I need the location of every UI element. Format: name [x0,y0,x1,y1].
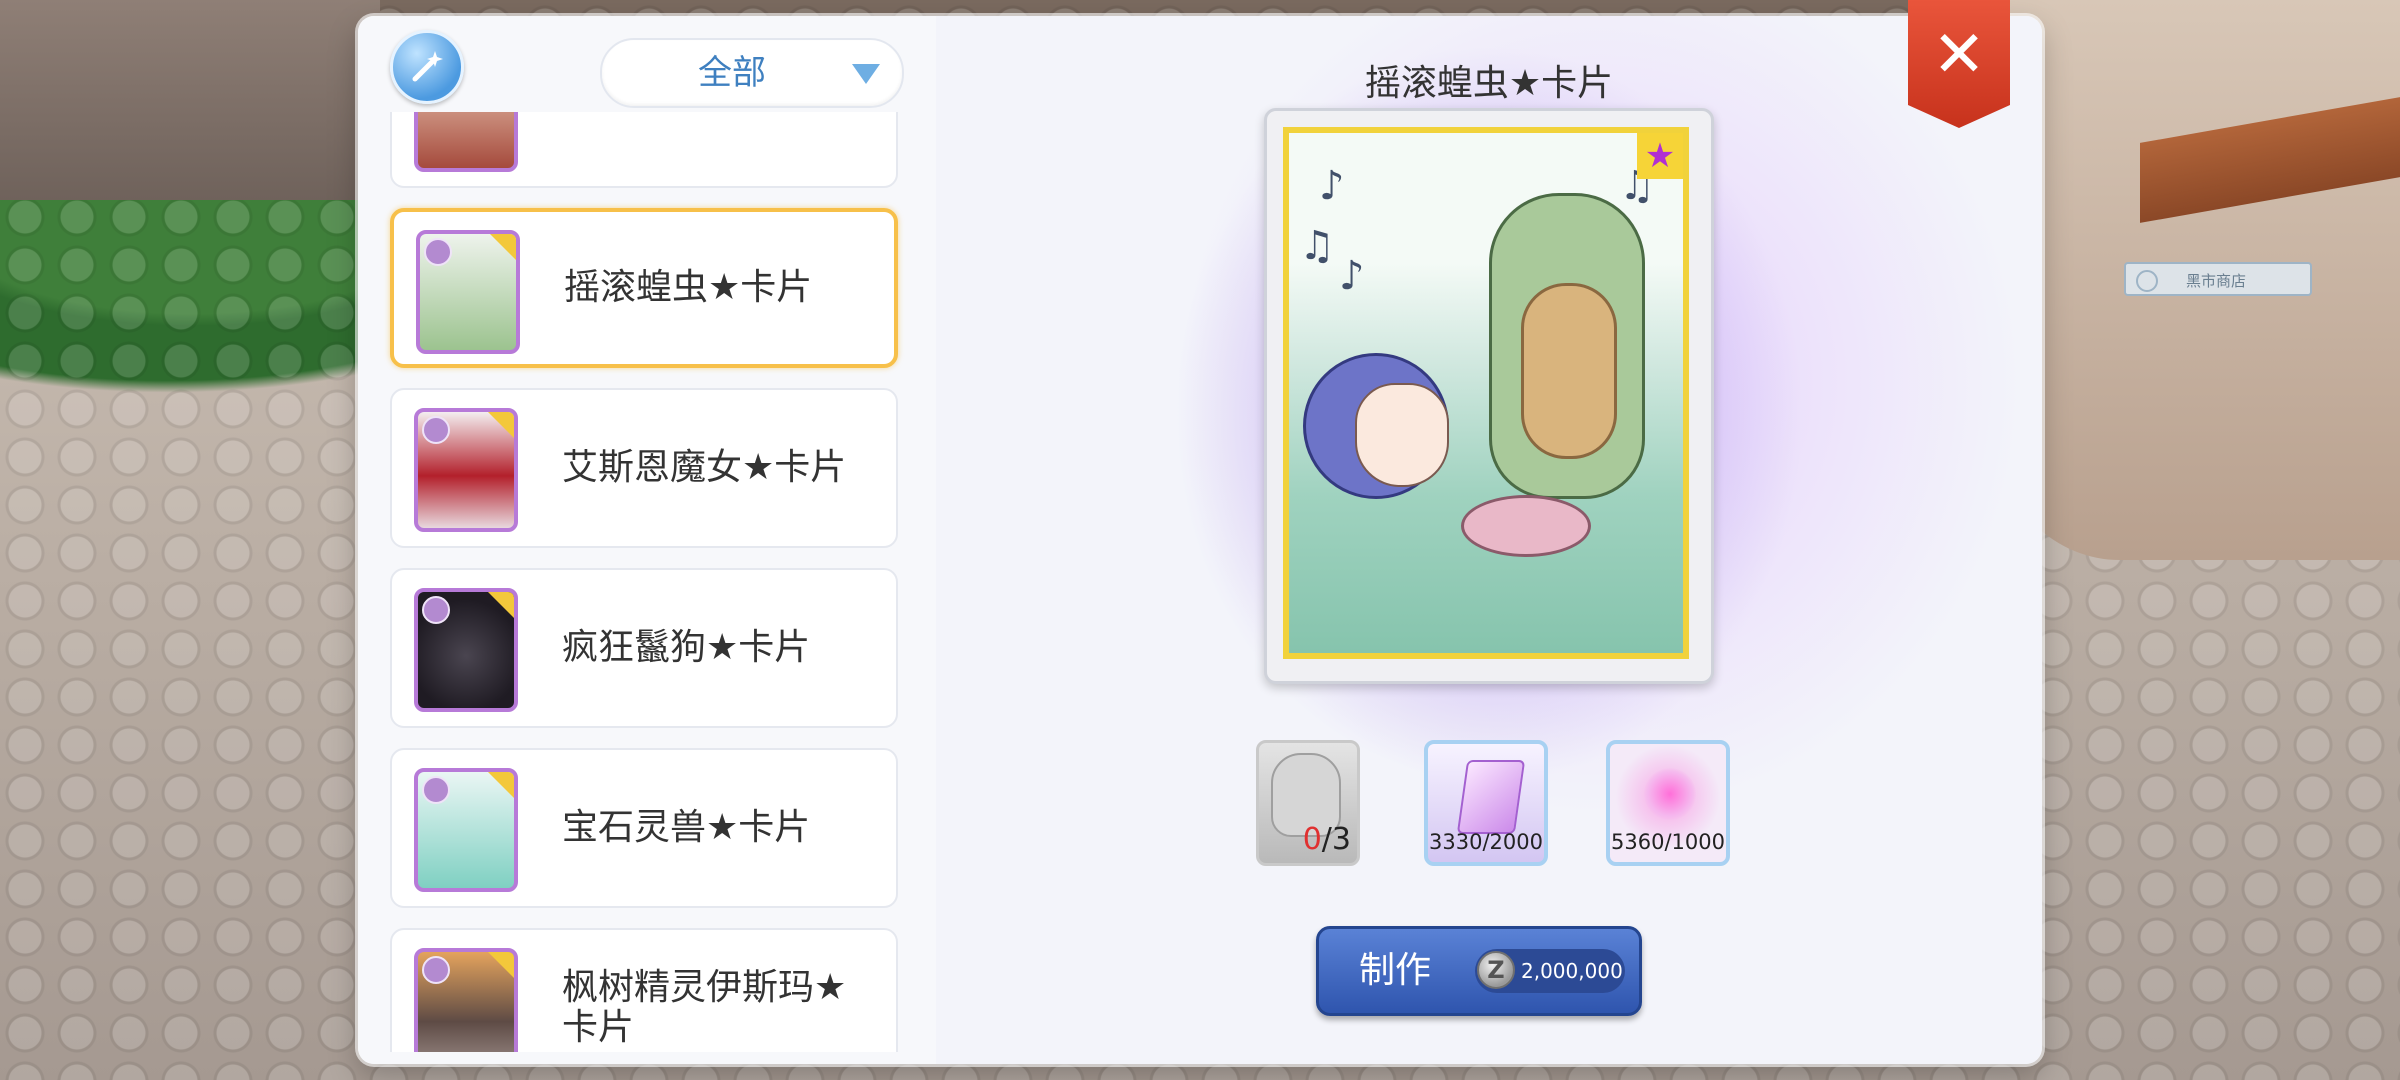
materials-row: 0/3 3330/2000 5360/1000 [936,740,2042,870]
list-item-name: 枫树精灵伊斯玛★卡片 [562,967,847,1048]
card-list-pane: 全部 摇滚蝗虫★卡片 艾斯恩魔女★卡片 疯狂鬣狗★卡片 宝石灵兽★卡片 枫树精灵… [358,16,938,1064]
material-count: 3330/2000 [1429,830,1543,854]
magic-wand-button[interactable] [390,30,464,104]
weapon-category-icon [422,956,450,984]
list-item[interactable]: 宝石灵兽★卡片 [390,748,898,908]
list-item-name: 疯狂鬣狗★卡片 [562,627,811,668]
material-have: 0 [1302,822,1322,857]
shop-sign[interactable]: 黑市商店 [2124,262,2312,296]
card-thumbnail [414,948,518,1052]
star-icon [488,412,514,438]
shop-sign-label: 黑市商店 [2186,272,2247,290]
card-thumbnail [414,588,518,712]
weapon-category-icon [424,238,452,266]
list-item-selected[interactable]: 摇滚蝗虫★卡片 [390,208,898,368]
grasshopper-belly [1521,283,1617,459]
star-icon [490,234,516,260]
star-icon: ★ [1637,133,1683,179]
list-item-name: 宝石灵兽★卡片 [562,807,811,848]
magic-dust-icon [1644,768,1696,820]
music-note-icon: ♫ [1299,223,1335,269]
card-detail-pane: 摇滚蝗虫★卡片 ♪ ♫ ♪ ♫ ★ 0/3 3330/2000 5360/100… [936,16,2042,1064]
category-filter-dropdown[interactable]: 全部 [600,38,904,108]
girl-face [1355,383,1449,487]
price-value: 2,000,000 [1521,959,1623,983]
armor-category-icon [422,776,450,804]
craft-button[interactable]: 制作 Z 2,000,000 [1316,926,1642,1016]
weapon-category-icon [422,416,450,444]
material-need: /3 [1321,822,1351,857]
bag-icon [2136,270,2158,292]
accessory-category-icon [422,596,450,624]
chevron-down-icon [852,64,880,84]
material-count: 0/3 [1259,822,1351,857]
crystal-icon [1456,760,1526,834]
list-item[interactable]: 枫树精灵伊斯玛★卡片 [390,928,898,1052]
magic-wand-icon [412,51,443,82]
list-item-name [562,112,882,186]
card-thumbnail [416,230,520,354]
list-item-name: 摇滚蝗虫★卡片 [564,267,813,308]
close-button[interactable]: ✕ [1908,0,2010,128]
material-slot[interactable]: 3330/2000 [1424,740,1548,866]
list-item-name: 艾斯恩魔女★卡片 [562,447,847,488]
card-craft-panel: 全部 摇滚蝗虫★卡片 艾斯恩魔女★卡片 疯狂鬣狗★卡片 宝石灵兽★卡片 枫树精灵… [358,16,2042,1064]
list-item[interactable]: 艾斯恩魔女★卡片 [390,388,898,548]
background-building-left [0,0,380,200]
craft-label: 制作 [1359,950,1432,991]
material-slot[interactable]: 5360/1000 [1606,740,1730,866]
music-note-icon: ♪ [1319,163,1345,209]
filter-label: 全部 [698,53,766,93]
zeny-coin-icon: Z [1477,951,1515,989]
card-thumbnail [414,768,518,892]
card-thumbnail [414,408,518,532]
material-count: 5360/1000 [1611,830,1725,854]
star-icon [488,952,514,978]
material-slot[interactable]: 0/3 [1256,740,1360,866]
card-thumbnail [414,112,518,172]
card-list[interactable]: 摇滚蝗虫★卡片 艾斯恩魔女★卡片 疯狂鬣狗★卡片 宝石灵兽★卡片 枫树精灵伊斯玛… [358,112,936,1052]
list-item[interactable]: 疯狂鬣狗★卡片 [390,568,898,728]
card-illustration: ♪ ♫ ♪ ♫ ★ [1283,127,1689,659]
star-icon [488,772,514,798]
music-note-icon: ♪ [1339,253,1365,299]
star-icon [488,592,514,618]
price-tag: Z 2,000,000 [1475,949,1625,993]
close-icon: ✕ [1932,18,1986,92]
card-preview: ♪ ♫ ♪ ♫ ★ [1264,108,1714,684]
card-title: 摇滚蝗虫★卡片 [1364,63,1614,104]
list-item[interactable] [390,112,898,188]
hat-figure [1461,495,1591,557]
